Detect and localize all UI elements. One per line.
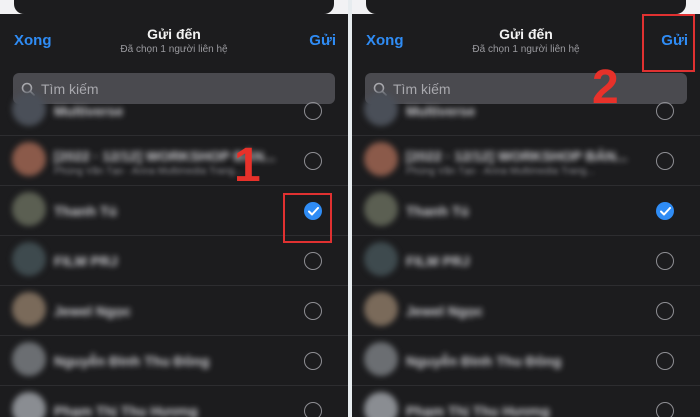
contact-row[interactable]: Nguyễn Đình Thu Đông bbox=[0, 336, 348, 386]
contact-name: Thanh Tú bbox=[54, 203, 117, 219]
unselected-radio-icon[interactable] bbox=[304, 152, 322, 170]
selection-count: Đã chọn 1 người liên hệ bbox=[120, 44, 228, 55]
previous-sheet-edge bbox=[366, 0, 686, 14]
contact-row[interactable]: Jewel Ngọc bbox=[0, 286, 348, 336]
unselected-radio-icon[interactable] bbox=[656, 302, 674, 320]
contact-name: Jewel Ngọc bbox=[54, 303, 132, 319]
send-to-sheet: Xong Gửi đến Đã chọn 1 người liên hệ Gửi… bbox=[352, 14, 700, 417]
contact-row[interactable]: FILM PRJ bbox=[352, 236, 700, 286]
contact-name: Phạm Thị Thu Hương bbox=[406, 403, 550, 417]
step-1-number: 1 bbox=[234, 139, 261, 192]
contact-list: Multiverse [2022 · 12/12] WORKSHOP BẢN...… bbox=[0, 92, 348, 417]
contact-avatar bbox=[12, 92, 46, 126]
contact-avatar bbox=[364, 192, 398, 226]
step-2-highlight-box bbox=[642, 14, 695, 72]
unselected-radio-icon[interactable] bbox=[304, 402, 322, 417]
contact-avatar bbox=[12, 242, 46, 276]
top-strip bbox=[0, 0, 348, 14]
unselected-radio-icon[interactable] bbox=[304, 302, 322, 320]
step-2-number: 2 bbox=[592, 61, 619, 114]
contact-avatar bbox=[12, 292, 46, 326]
contact-list: Multiverse [2022 · 12/12] WORKSHOP BẢN...… bbox=[352, 92, 700, 417]
contact-avatar bbox=[364, 242, 398, 276]
contact-avatar bbox=[364, 392, 398, 417]
contact-subtitle: Phùng Văn Tạo · Anna Multimedia Trang... bbox=[54, 166, 243, 177]
contact-row[interactable]: Phạm Thị Thu Hương bbox=[0, 386, 348, 417]
contact-avatar bbox=[364, 142, 398, 176]
contact-avatar bbox=[12, 392, 46, 417]
unselected-radio-icon[interactable] bbox=[656, 352, 674, 370]
contact-name: Nguyễn Đình Thu Đông bbox=[54, 353, 210, 369]
contact-row[interactable]: [2022 · 12/12] WORKSHOP BẢN... Phùng Văn … bbox=[352, 136, 700, 186]
contact-name: FILM PRJ bbox=[54, 253, 118, 269]
unselected-radio-icon[interactable] bbox=[656, 102, 674, 120]
step-1-highlight-box bbox=[283, 193, 332, 243]
contact-row[interactable]: Nguyễn Đình Thu Đông bbox=[352, 336, 700, 386]
send-button[interactable]: Gửi bbox=[309, 32, 336, 49]
contact-avatar bbox=[12, 142, 46, 176]
unselected-radio-icon[interactable] bbox=[656, 402, 674, 417]
contact-avatar bbox=[364, 92, 398, 126]
contact-row[interactable]: [2022 · 12/12] WORKSHOP BẢN... Phùng Văn … bbox=[0, 136, 348, 186]
contact-avatar bbox=[12, 342, 46, 376]
contact-row[interactable]: Phạm Thị Thu Hương bbox=[352, 386, 700, 417]
contact-row[interactable]: Jewel Ngọc bbox=[352, 286, 700, 336]
contact-name: FILM PRJ bbox=[406, 253, 470, 269]
contact-name: Multiverse bbox=[406, 103, 476, 119]
contact-row[interactable]: Thanh Tú bbox=[352, 186, 700, 236]
selected-checkmark-icon[interactable] bbox=[656, 202, 674, 220]
contact-avatar bbox=[364, 342, 398, 376]
right-screenshot-panel: Xong Gửi đến Đã chọn 1 người liên hệ Gửi… bbox=[352, 0, 700, 417]
contact-subtitle: Phùng Văn Tạo · Anna Multimedia Trang... bbox=[406, 166, 595, 177]
contact-avatar bbox=[12, 192, 46, 226]
sheet-title: Gửi đến bbox=[147, 26, 201, 42]
unselected-radio-icon[interactable] bbox=[304, 102, 322, 120]
contact-name: Multiverse bbox=[54, 103, 124, 119]
contact-name: Phạm Thị Thu Hương bbox=[54, 403, 198, 417]
contact-row[interactable]: Multiverse bbox=[352, 86, 700, 136]
contact-avatar bbox=[364, 292, 398, 326]
unselected-radio-icon[interactable] bbox=[304, 352, 322, 370]
unselected-radio-icon[interactable] bbox=[656, 152, 674, 170]
previous-sheet-edge bbox=[14, 0, 334, 14]
contact-row[interactable]: Multiverse bbox=[0, 86, 348, 136]
left-screenshot-panel: Xong Gửi đến Đã chọn 1 người liên hệ Gửi… bbox=[0, 0, 348, 417]
contact-row[interactable]: FILM PRJ bbox=[0, 236, 348, 286]
top-strip bbox=[352, 0, 700, 14]
unselected-radio-icon[interactable] bbox=[656, 252, 674, 270]
unselected-radio-icon[interactable] bbox=[304, 252, 322, 270]
contact-name: Nguyễn Đình Thu Đông bbox=[406, 353, 562, 369]
contact-name: [2022 · 12/12] WORKSHOP BẢN... bbox=[406, 148, 628, 164]
contact-name: Jewel Ngọc bbox=[406, 303, 484, 319]
contact-name: Thanh Tú bbox=[406, 203, 469, 219]
